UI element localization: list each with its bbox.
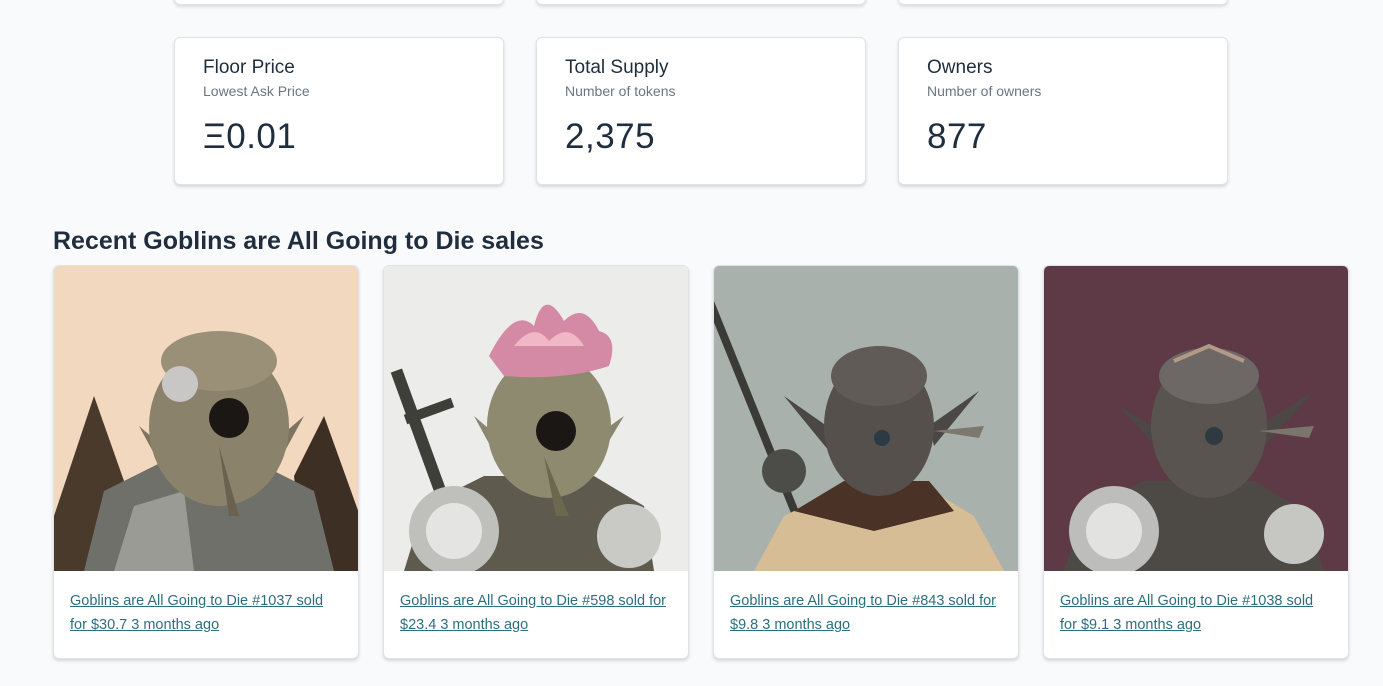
sale-card[interactable]: Goblins are All Going to Die #843 sold f…	[713, 265, 1019, 659]
stat-subtitle: Number of tokens	[565, 83, 676, 99]
sale-card[interactable]: Goblins are All Going to Die #1037 sold …	[53, 265, 359, 659]
goblin-nft-image[interactable]	[1044, 266, 1349, 571]
stat-subtitle: Number of owners	[927, 83, 1042, 99]
sale-card[interactable]: Goblins are All Going to Die #1038 sold …	[1043, 265, 1349, 659]
stat-subtitle: Lowest Ask Price	[203, 83, 310, 99]
stat-title: Total Supply	[565, 57, 669, 78]
stat-card-partial	[898, 0, 1228, 5]
sale-link[interactable]: Goblins are All Going to Die #598 sold f…	[384, 571, 688, 637]
collection-page: Floor Price Lowest Ask Price Ξ0.01 Total…	[0, 0, 1383, 686]
owners-card: Owners Number of owners 877	[898, 37, 1228, 185]
goblin-nft-image[interactable]	[384, 266, 689, 571]
stat-value: Ξ0.01	[203, 117, 297, 156]
goblin-nft-image[interactable]	[714, 266, 1019, 571]
sale-link[interactable]: Goblins are All Going to Die #843 sold f…	[714, 571, 1018, 637]
floor-price-card: Floor Price Lowest Ask Price Ξ0.01	[174, 37, 504, 185]
sale-link[interactable]: Goblins are All Going to Die #1037 sold …	[54, 571, 358, 637]
stat-value: 2,375	[565, 117, 656, 156]
sale-card[interactable]: Goblins are All Going to Die #598 sold f…	[383, 265, 689, 659]
stat-card-partial	[174, 0, 504, 5]
stat-card-partial	[536, 0, 866, 5]
recent-sales-heading: Recent Goblins are All Going to Die sale…	[53, 227, 544, 255]
stat-title: Floor Price	[203, 57, 295, 78]
total-supply-card: Total Supply Number of tokens 2,375	[536, 37, 866, 185]
stat-title: Owners	[927, 57, 993, 78]
goblin-nft-image[interactable]	[54, 266, 359, 571]
sale-link[interactable]: Goblins are All Going to Die #1038 sold …	[1044, 571, 1348, 637]
stat-value: 877	[927, 117, 987, 156]
